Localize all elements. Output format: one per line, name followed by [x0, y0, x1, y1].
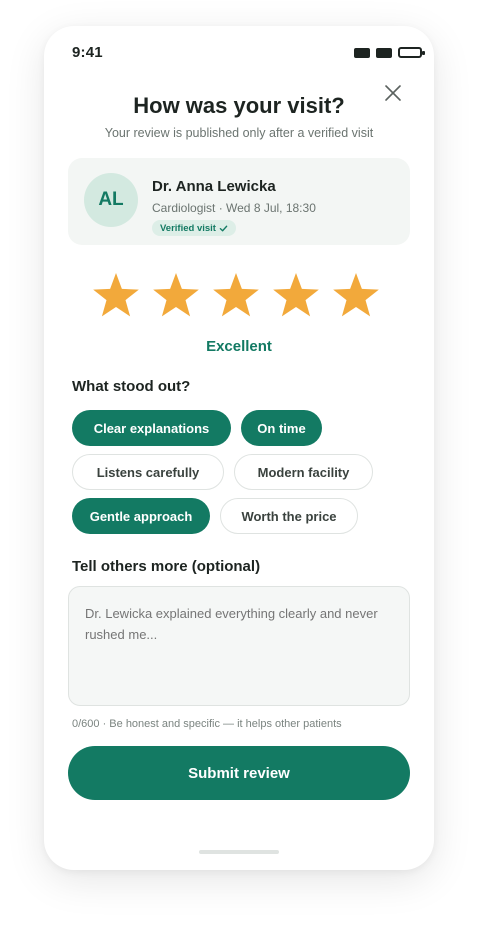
star-icon[interactable] — [272, 272, 320, 320]
star-icon[interactable] — [92, 272, 140, 320]
chip-clear-explanations[interactable]: Clear explanations — [72, 410, 231, 446]
verified-badge: Verified visit — [152, 220, 236, 236]
phone-frame: 9:41 How was your visit? Your review is … — [44, 26, 434, 870]
page-title: How was your visit? — [133, 93, 345, 118]
rating-label: Excellent — [206, 338, 272, 355]
star-icon[interactable] — [152, 272, 200, 320]
submit-review-button[interactable]: Submit review — [68, 746, 410, 800]
chip-label: Worth the price — [241, 508, 337, 524]
chip-label: On time — [257, 420, 306, 436]
status-bar: 9:41 — [44, 26, 434, 80]
review-textarea[interactable] — [68, 586, 410, 706]
chip-label: Gentle approach — [89, 508, 193, 524]
chip-label: Modern facility — [257, 464, 350, 480]
highlights-heading: What stood out? — [72, 378, 191, 395]
chip-on-time[interactable]: On time — [241, 410, 322, 446]
verified-badge-label: Verified visit — [160, 222, 216, 234]
chip-label: Clear explanations — [93, 420, 210, 436]
battery-icon — [398, 47, 425, 58]
chip-label: Listens carefully — [96, 464, 200, 480]
status-time: 9:41 — [72, 44, 103, 61]
doctor-card: AL Dr. Anna Lewicka Cardiologist · Wed 8… — [68, 158, 410, 245]
doctor-meta: Cardiologist · Wed 8 Jul, 18:30 — [152, 201, 316, 215]
star-rating — [89, 272, 389, 322]
signal-icon — [354, 47, 370, 58]
page-subtitle: Your review is published only after a ve… — [104, 126, 374, 140]
check-icon — [219, 225, 228, 231]
home-indicator — [199, 850, 279, 854]
avatar: AL — [84, 173, 138, 227]
submit-review-label: Submit review — [188, 764, 290, 782]
chip-gentle-approach[interactable]: Gentle approach — [72, 498, 210, 534]
star-icon[interactable] — [212, 272, 260, 320]
chip-modern-facility[interactable]: Modern facility — [234, 454, 373, 490]
chip-listens-carefully[interactable]: Listens carefully — [72, 454, 224, 490]
comment-heading: Tell others more (optional) — [72, 558, 261, 575]
star-icon[interactable] — [332, 272, 380, 320]
status-icons — [354, 47, 425, 58]
wifi-icon — [376, 47, 392, 58]
doctor-name: Dr. Anna Lewicka — [152, 178, 276, 195]
chip-worth-the-price[interactable]: Worth the price — [220, 498, 358, 534]
character-counter: 0/600 · Be honest and specific — it help… — [72, 718, 342, 730]
